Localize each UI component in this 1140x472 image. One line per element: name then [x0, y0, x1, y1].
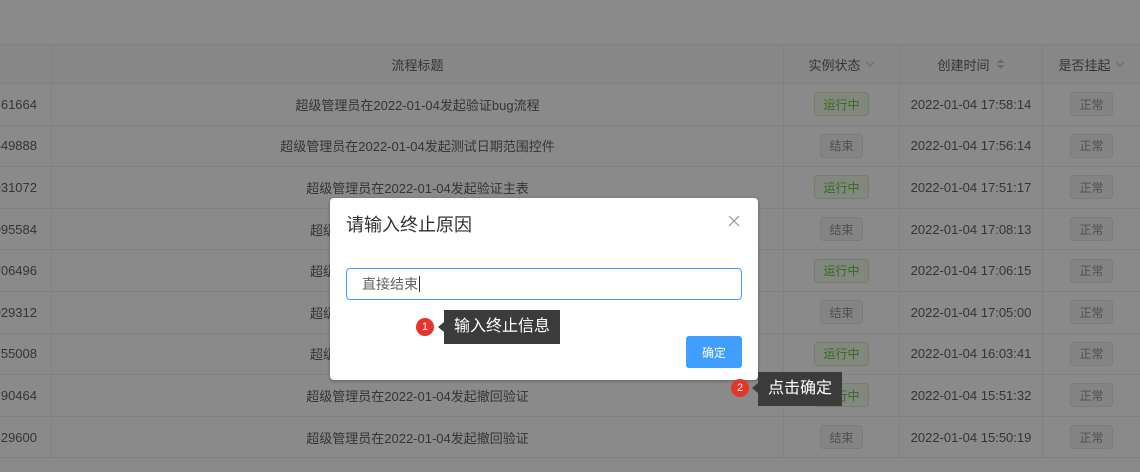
reason-input[interactable]: 直接结束: [346, 268, 742, 300]
step-badge-2: 2: [731, 379, 749, 397]
close-icon[interactable]: [728, 215, 740, 227]
reason-input-value: 直接结束: [362, 276, 418, 292]
text-caret: [419, 276, 420, 292]
terminate-reason-dialog: 请输入终止原因 直接结束 确定: [330, 198, 758, 380]
annotation-tooltip-1: 输入终止信息: [444, 310, 561, 344]
confirm-button[interactable]: 确定: [686, 336, 742, 368]
step-badge-1: 1: [416, 318, 434, 336]
annotation-tooltip-2: 点击确定: [758, 372, 843, 406]
dialog-title: 请输入终止原因: [346, 215, 472, 235]
